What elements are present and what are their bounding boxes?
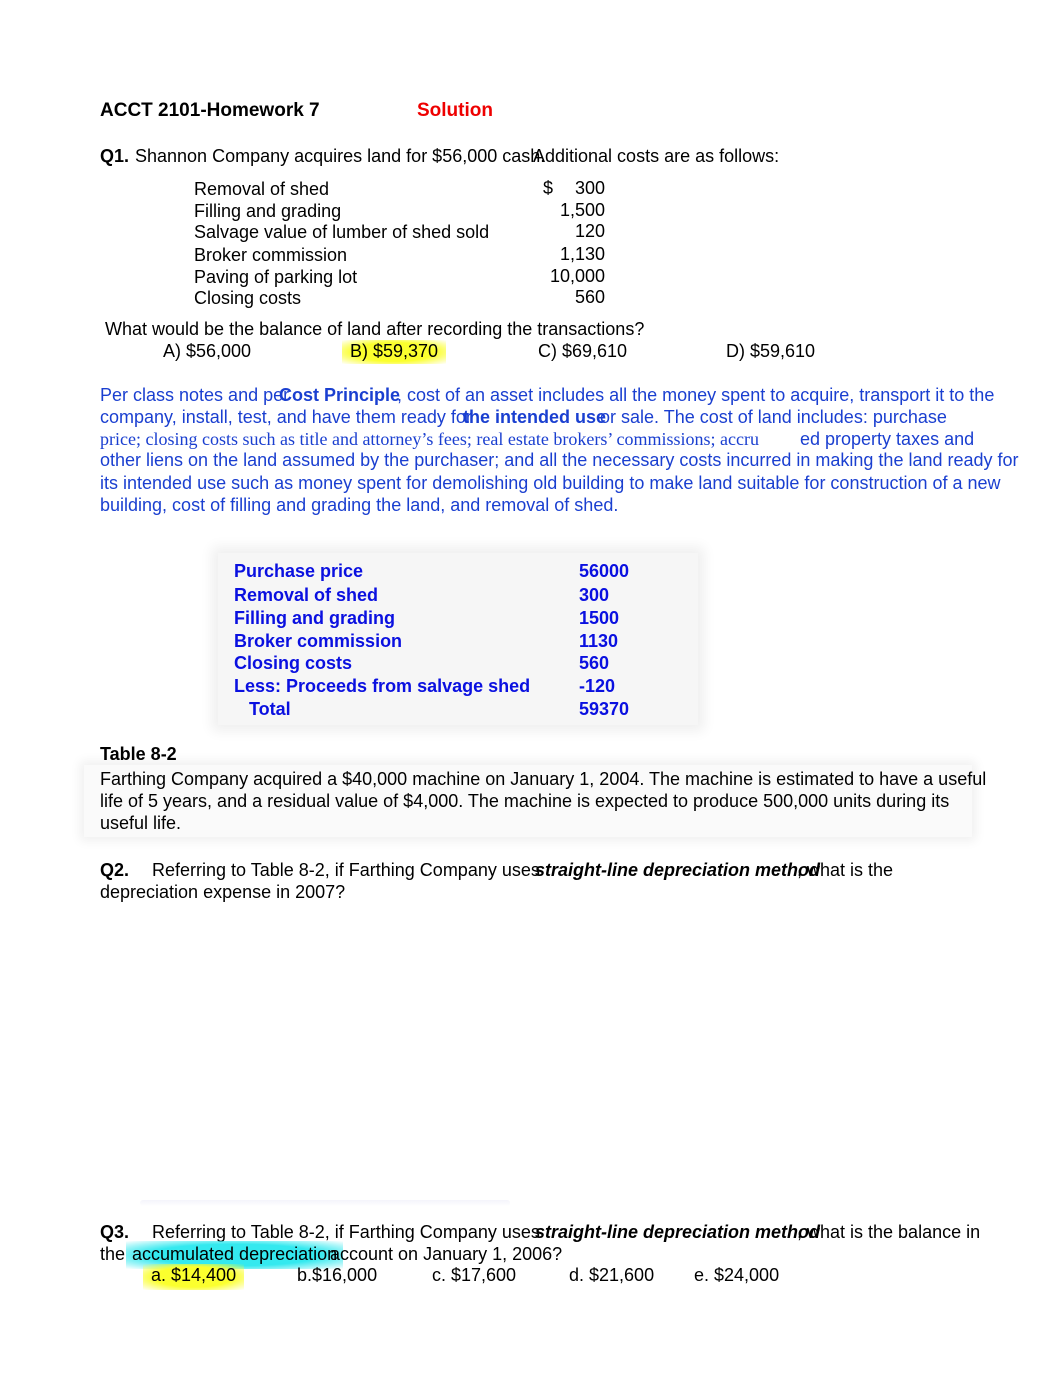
calc-total-label: Total: [234, 699, 291, 719]
cost-label: Removal of shed: [194, 179, 330, 199]
cost-value: 1,500: [559, 200, 605, 220]
calc-label: Removal of shed: [234, 585, 379, 605]
choice-c: C) $69,610: [538, 341, 628, 361]
question-text: the: [100, 1244, 126, 1264]
calc-value: 560: [579, 653, 610, 673]
cost-label: Paving of parking lot: [194, 267, 358, 287]
cost-label: Salvage value of lumber of shed sold: [194, 222, 490, 242]
calc-value: 300: [579, 585, 610, 605]
explanation-text: building, cost of filling and grading th…: [100, 495, 619, 515]
explanation-text: , cost of an asset includes all the mone…: [397, 385, 995, 405]
calc-label: Broker commission: [234, 631, 403, 651]
calc-label: Purchase price: [234, 561, 364, 581]
choice-a-highlighted: a. $14,400: [143, 1264, 245, 1290]
cost-label: Filling and grading: [194, 201, 342, 221]
currency-symbol: $: [543, 178, 554, 198]
calc-label: Less: Proceeds from salvage shed: [234, 676, 531, 696]
question-text: , what is the: [797, 860, 894, 880]
explanation-text: ed property taxes and: [800, 429, 975, 449]
calc-value: 1130: [579, 631, 619, 651]
document-title: ACCT 2101-Homework 7: [100, 100, 320, 121]
calc-value: -120: [579, 676, 616, 696]
explanation-text: price; closing costs such as title and a…: [100, 429, 759, 449]
question-text: Referring to Table 8-2, if Farthing Comp…: [152, 860, 540, 880]
cost-label: Broker commission: [194, 245, 348, 265]
method-term: straight-line depreciation method: [535, 860, 821, 880]
table-8-2-text: Farthing Company acquired a $40,000 mach…: [100, 769, 987, 789]
choice-c: c. $17,600: [432, 1265, 517, 1285]
choice-b: b.$16,000: [297, 1265, 378, 1285]
calc-value: 1500: [579, 608, 620, 628]
question-text: depreciation expense in 2007?: [100, 882, 346, 902]
question-text: account on January 1, 2006?: [330, 1244, 563, 1264]
question-text-continued: Additional costs are as follows:: [533, 146, 780, 166]
question-number: Q1.: [100, 146, 130, 166]
explanation-text: its intended use such as money spent for…: [100, 473, 1001, 493]
explanation-text: Per class notes and per: [100, 385, 290, 405]
table-8-2-text: life of 5 years, and a residual value of…: [100, 791, 950, 811]
choice-d: d. $21,600: [569, 1265, 655, 1285]
cost-value: 560: [574, 287, 605, 307]
choice-b-highlighted: B) $59,370: [342, 340, 447, 364]
question-number: Q3.: [100, 1222, 130, 1242]
question-text: Shannon Company acquires land for $56,00…: [135, 146, 546, 166]
question-text: Referring to Table 8-2, if Farthing Comp…: [152, 1222, 540, 1242]
calc-label: Filling and grading: [234, 608, 395, 628]
calc-value: 56000: [579, 561, 630, 581]
calc-total-value: 59370: [579, 699, 630, 719]
explanation-text: company, install, test, and have them re…: [100, 407, 472, 427]
cost-principle-term: Cost Principle: [279, 385, 401, 405]
calc-label: Closing costs: [234, 653, 353, 673]
choice-e: e. $24,000: [694, 1265, 780, 1285]
cost-value: 300: [574, 178, 605, 198]
divider-shadow: [140, 1200, 510, 1206]
cost-label: Closing costs: [194, 288, 302, 308]
question-number: Q2.: [100, 860, 130, 880]
cost-value: 1,130: [559, 244, 605, 264]
intended-use-term: the intended use: [463, 407, 607, 427]
solution-label: Solution: [417, 100, 493, 121]
question-prompt: What would be the balance of land after …: [105, 319, 645, 339]
table-8-2-title: Table 8-2: [100, 744, 177, 764]
cost-value: 10,000: [549, 266, 605, 286]
explanation-text: or sale. The cost of land includes: purc…: [600, 407, 947, 427]
cost-value: 120: [574, 221, 605, 241]
choice-a: A) $56,000: [163, 341, 252, 361]
choice-d: D) $59,610: [726, 341, 816, 361]
explanation-text: other liens on the land assumed by the p…: [100, 450, 1019, 470]
question-text: , what is the balance in: [797, 1222, 981, 1242]
table-8-2-text: useful life.: [100, 813, 182, 833]
method-term: straight-line depreciation method: [535, 1222, 821, 1242]
